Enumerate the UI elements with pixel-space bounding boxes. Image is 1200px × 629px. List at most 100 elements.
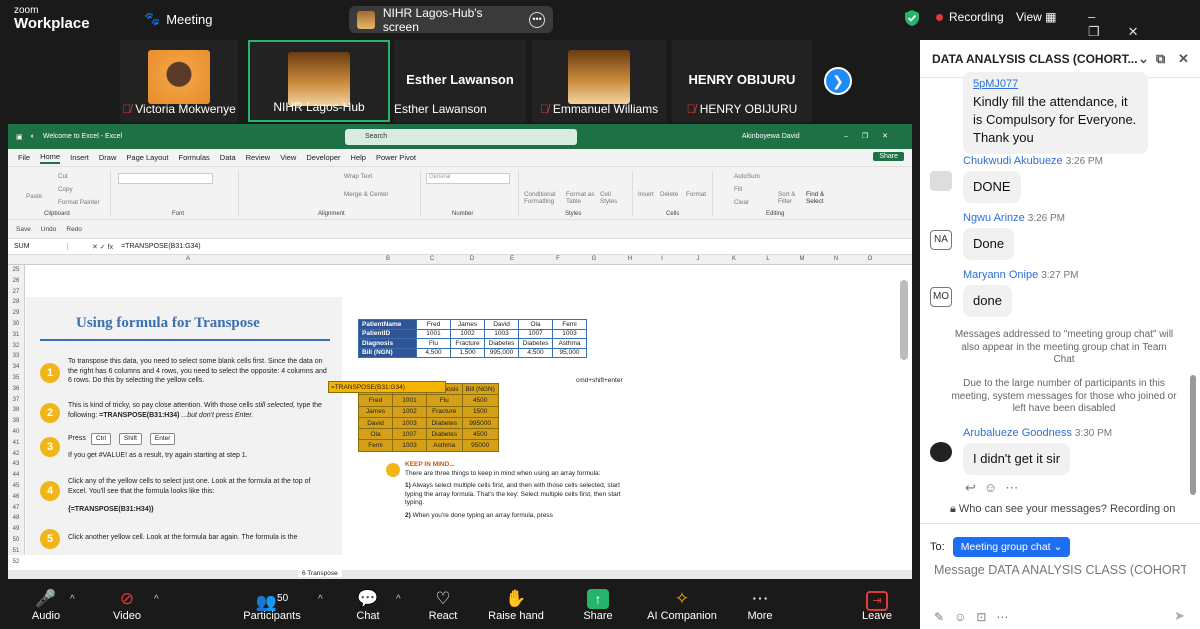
column-header[interactable]: H — [628, 256, 632, 262]
row-header[interactable]: 48 — [8, 513, 24, 524]
table-cell[interactable]: Flu — [416, 338, 451, 349]
excel-share-button[interactable]: Share — [873, 152, 904, 161]
screenshot-icon[interactable]: ⊡ — [976, 610, 996, 624]
row-header[interactable]: 31 — [8, 330, 24, 341]
row-header[interactable]: 28 — [8, 297, 24, 308]
table-cell[interactable]: PatientID — [358, 328, 417, 339]
table-cell[interactable]: Femi — [552, 319, 587, 330]
font-name-select[interactable] — [118, 173, 213, 184]
column-header[interactable]: D — [470, 256, 474, 262]
row-header[interactable]: 42 — [8, 449, 24, 460]
sort-filter-button[interactable]: Sort & Filter — [778, 191, 800, 205]
column-header[interactable]: M — [800, 256, 805, 262]
row-header[interactable]: 25 — [8, 265, 24, 276]
table-cell[interactable]: 4500 — [461, 428, 499, 441]
table-cell[interactable]: Diabetes — [484, 338, 519, 349]
wrap-text-button[interactable]: Wrap Text — [344, 173, 372, 180]
row-header[interactable]: 41 — [8, 438, 24, 449]
row-header[interactable]: 47 — [8, 503, 24, 514]
participants-options-chevron-icon[interactable]: ^ — [318, 594, 323, 605]
row-header[interactable]: 49 — [8, 524, 24, 535]
find-select-button[interactable]: Find & Select — [806, 191, 832, 205]
emoji-icon[interactable]: ☺ — [954, 610, 976, 624]
table-cell[interactable]: PatientName — [358, 319, 417, 330]
row-header[interactable]: 36 — [8, 384, 24, 395]
reply-icon[interactable]: ↩ — [965, 480, 984, 495]
column-header[interactable]: A — [186, 256, 190, 262]
table-cell[interactable]: 1001 — [392, 394, 427, 407]
avatar[interactable]: NA — [930, 230, 952, 250]
table-cell[interactable]: 1001 — [416, 328, 451, 339]
table-cell[interactable]: David — [484, 319, 519, 330]
more-options-icon[interactable]: ••• — [529, 11, 545, 28]
column-header[interactable]: L — [766, 256, 769, 262]
minimize-icon[interactable]: – — [1088, 9, 1123, 24]
table-cell[interactable]: 1,500 — [450, 347, 485, 358]
menu-formulas[interactable]: Formulas — [179, 153, 210, 162]
more-button[interactable]: ⋯ More — [720, 588, 800, 622]
shared-screen-scrollbar[interactable] — [900, 280, 908, 360]
number-format-select[interactable]: General — [426, 173, 510, 184]
table-cell[interactable]: 1002 — [392, 405, 427, 418]
table-cell[interactable]: 95,000 — [552, 347, 587, 358]
chat-bubble[interactable]: DONE — [963, 171, 1021, 203]
table-cell[interactable]: Diabetes — [426, 428, 463, 441]
undo-button[interactable]: Undo — [41, 226, 57, 233]
table-cell[interactable]: James — [450, 319, 485, 330]
who-can-see-notice[interactable]: 🔒︎ Who can see your messages? Recording … — [950, 503, 1175, 516]
pop-out-icon[interactable]: ⧉ — [1156, 51, 1165, 67]
table-cell[interactable]: 1007 — [518, 328, 553, 339]
raise-hand-button[interactable]: ✋ Raise hand — [476, 588, 556, 622]
row-header[interactable]: 35 — [8, 373, 24, 384]
message-sender[interactable]: Chukwudi Akubueze 3:26 PM — [963, 155, 1103, 167]
table-cell[interactable]: Flu — [426, 394, 463, 407]
menu-home[interactable]: Home — [40, 152, 61, 164]
avatar[interactable] — [930, 442, 952, 462]
worksheet-grid[interactable]: 25 26 27 28 29 30 31 32 33 34 35 36 37 38 39 40 41 42 43 44… — [8, 265, 912, 565]
menu-draw[interactable]: Draw — [99, 153, 117, 162]
close-chat-icon[interactable]: ✕ — [1178, 51, 1189, 67]
row-header[interactable]: 33 — [8, 351, 24, 362]
table-cell[interactable]: Fred — [416, 319, 451, 330]
table-cell[interactable]: 1007 — [392, 428, 427, 441]
table-cell[interactable]: Bill (NGN) — [461, 382, 499, 396]
participant-tile[interactable]: Esther Lawanson Esther Lawanson — [394, 40, 526, 122]
row-header[interactable]: 43 — [8, 459, 24, 470]
message-link[interactable]: 5pMJ077 — [973, 78, 1018, 90]
chat-bubble[interactable]: done — [963, 285, 1012, 317]
active-formula-cell[interactable]: =TRANSPOSE(B31:G34) — [328, 381, 446, 393]
table-cell[interactable]: 4500 — [461, 394, 499, 407]
column-header[interactable]: C — [430, 256, 434, 262]
row-header[interactable]: 27 — [8, 287, 24, 298]
clear-button[interactable]: Clear — [734, 199, 749, 206]
table-cell[interactable]: Fracture — [426, 405, 463, 418]
table-cell[interactable]: 1003 — [484, 328, 519, 339]
row-header[interactable]: 51 — [8, 546, 24, 557]
formula-input[interactable]: =TRANSPOSE(B31:G34) — [113, 243, 201, 250]
table-cell[interactable]: Ola — [518, 319, 553, 330]
chat-options-chevron-icon[interactable]: ^ — [396, 594, 401, 605]
row-header[interactable]: 32 — [8, 341, 24, 352]
avatar[interactable]: MO — [930, 287, 952, 307]
view-button[interactable]: View ▦ — [1016, 10, 1056, 24]
format-as-table-button[interactable]: Format as Table — [566, 191, 596, 205]
row-header[interactable]: 45 — [8, 481, 24, 492]
avatar[interactable] — [930, 171, 952, 191]
fx-icon[interactable]: ✕ ✓ fx — [68, 243, 113, 251]
emoji-icon[interactable]: ☺ — [984, 480, 1005, 495]
column-header[interactable]: E — [510, 256, 514, 262]
chat-bubble[interactable]: Done — [963, 228, 1015, 260]
delete-cells-button[interactable]: Delete — [660, 191, 678, 198]
autosum-button[interactable]: AutoSum — [734, 173, 760, 180]
encryption-shield-icon[interactable] — [904, 9, 920, 27]
table-cell[interactable]: James — [358, 405, 393, 418]
row-header[interactable]: 30 — [8, 319, 24, 330]
restore-icon[interactable]: ❐ — [1088, 24, 1128, 39]
meeting-info-button[interactable]: 🐾 Meeting — [144, 11, 212, 27]
column-header[interactable]: O — [868, 256, 873, 262]
copy-button[interactable]: Copy — [58, 186, 73, 193]
table-cell[interactable]: 4,500 — [416, 347, 451, 358]
video-options-chevron-icon[interactable]: ^ — [154, 594, 159, 605]
leave-button[interactable]: ⇥ Leave — [837, 588, 917, 622]
table-cell[interactable]: 995,000 — [484, 347, 519, 358]
